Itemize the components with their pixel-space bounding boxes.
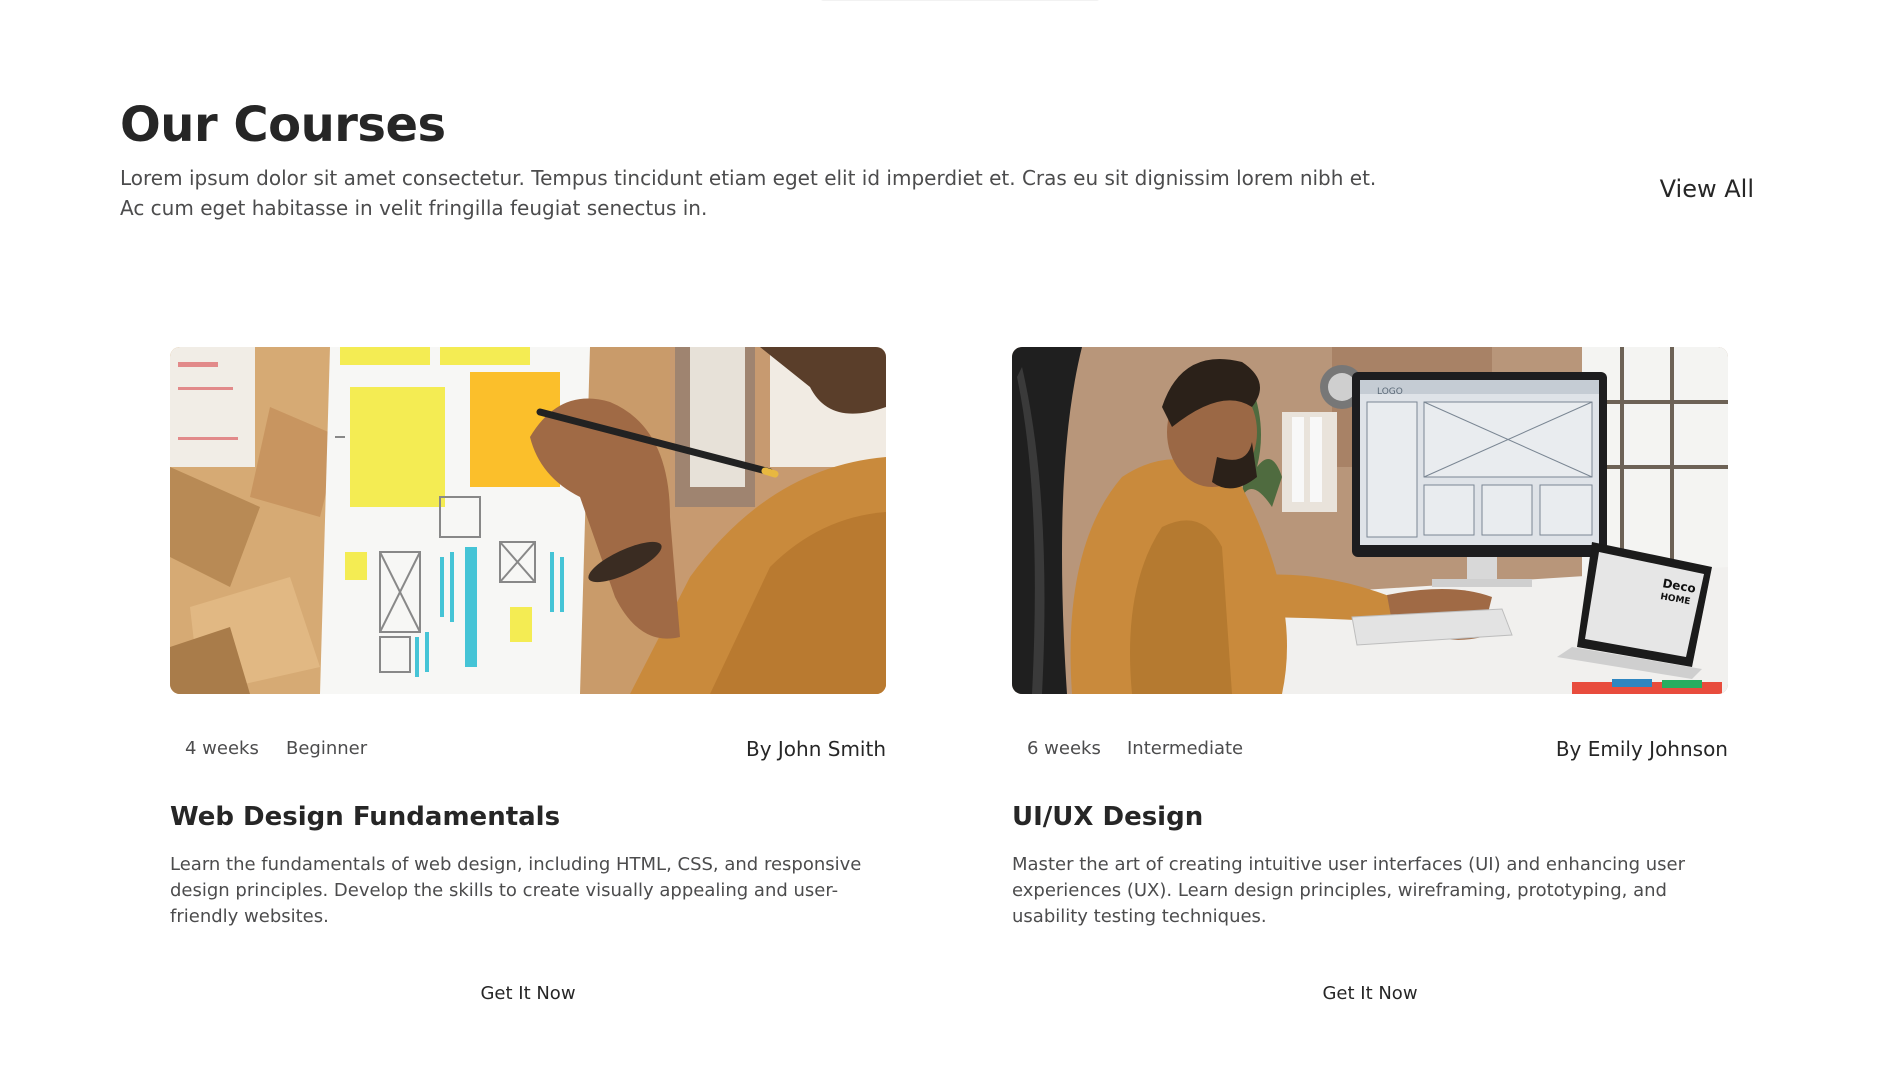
course-author: By Emily Johnson	[1555, 737, 1728, 761]
course-title: UI/UX Design	[1012, 802, 1204, 832]
course-card: LOGO Deco HOME 6 weeks Intermediate By E	[1012, 347, 1728, 1037]
level-tag: Intermediate	[1127, 738, 1244, 759]
course-description: Learn the fundamentals of web design, in…	[170, 854, 862, 927]
course-image-wireframe-sketch	[170, 347, 886, 694]
course-image-desk-computer: LOGO Deco HOME	[1012, 347, 1728, 694]
course-author: By John Smith	[745, 737, 886, 761]
course-card: 4 weeks Beginner By John Smith Web Desig…	[170, 347, 886, 1037]
courses-page: Our Courses Lorem ipsum dolor sit amet c…	[0, 0, 1900, 1079]
duration-tag: 4 weeks	[185, 738, 259, 759]
course-meta: 6 weeks Intermediate By Emily Johnson	[1012, 729, 1728, 769]
course-description: Master the art of creating intuitive use…	[1012, 854, 1685, 927]
section-description: Lorem ipsum dolor sit amet consectetur. …	[120, 166, 1377, 220]
course-meta: 4 weeks Beginner By John Smith	[170, 729, 886, 769]
course-title: Web Design Fundamentals	[170, 802, 561, 832]
view-all-link[interactable]: View All	[1660, 174, 1754, 204]
get-it-now-button[interactable]: Get It Now	[1012, 969, 1728, 1019]
get-it-now-button[interactable]: Get It Now	[170, 969, 886, 1019]
level-tag: Beginner	[286, 738, 368, 759]
top-nav-stub	[820, 0, 1100, 1]
duration-tag: 6 weeks	[1027, 738, 1101, 759]
section-title: Our Courses	[120, 97, 446, 153]
monitor-logo-text: LOGO	[1377, 387, 1403, 397]
